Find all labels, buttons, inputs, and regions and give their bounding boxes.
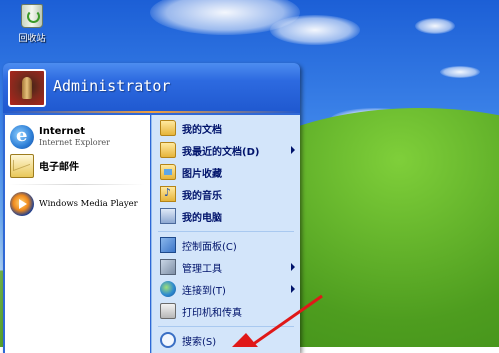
pinned-title: Internet: [39, 126, 86, 137]
admin-tools-icon: [160, 259, 176, 275]
pinned-email[interactable]: 电子邮件: [5, 153, 150, 181]
menu-label: 我的文档: [182, 125, 222, 136]
separator: [9, 184, 145, 185]
separator: [158, 326, 294, 327]
my-documents-icon: [160, 120, 176, 136]
start-menu-header: Administrator: [3, 63, 300, 113]
menu-label: 搜索(S): [182, 337, 217, 348]
menu-label: 连接到(T): [182, 286, 226, 297]
menu-recent-documents[interactable]: 我最近的文档(D): [152, 140, 300, 160]
my-computer-icon: [160, 208, 176, 224]
internet-explorer-icon: [10, 125, 34, 149]
menu-label: 图片收藏: [182, 169, 222, 180]
pinned-title: 电子邮件: [39, 162, 79, 173]
pinned-internet[interactable]: Internet Internet Explorer: [5, 121, 150, 153]
start-menu-right-pane: 我的文档 我最近的文档(D) 图片收藏 我的音乐 我的电脑 控制面板(C) 管理…: [151, 115, 300, 353]
program-title: Windows Media Player: [39, 199, 138, 209]
email-icon: [10, 154, 34, 178]
start-menu: Administrator Internet Internet Explorer…: [3, 63, 300, 353]
pinned-subtitle: Internet Explorer: [39, 138, 110, 147]
recycle-bin-icon: [21, 4, 43, 28]
menu-label: 控制面板(C): [182, 242, 237, 253]
menu-label: 管理工具: [182, 264, 222, 275]
cloud: [415, 18, 455, 34]
menu-label: 我的电脑: [182, 213, 222, 224]
user-name: Administrator: [53, 77, 171, 95]
menu-label: 我的音乐: [182, 191, 222, 202]
control-panel-icon: [160, 237, 176, 253]
my-music-icon: [160, 186, 176, 202]
connect-to-icon: [160, 281, 176, 297]
search-icon: [160, 332, 176, 348]
separator: [158, 231, 294, 232]
recent-documents-icon: [160, 142, 176, 158]
menu-label: 打印机和传真: [182, 308, 242, 319]
menu-my-music[interactable]: 我的音乐: [152, 184, 300, 204]
menu-label: 我最近的文档(D): [182, 147, 260, 158]
menu-admin-tools[interactable]: 管理工具: [152, 257, 300, 277]
chess-piece-icon: [22, 77, 32, 99]
recycle-bin-label: 回收站: [18, 34, 46, 44]
menu-printers-faxes[interactable]: 打印机和传真: [152, 301, 300, 321]
submenu-arrow-icon: [291, 146, 295, 154]
my-pictures-icon: [160, 164, 176, 180]
user-avatar[interactable]: [8, 69, 46, 107]
printers-faxes-icon: [160, 303, 176, 319]
menu-connect-to[interactable]: 连接到(T): [152, 279, 300, 299]
submenu-arrow-icon: [291, 263, 295, 271]
start-menu-left-pane: Internet Internet Explorer 电子邮件 Windows …: [5, 115, 150, 353]
menu-my-documents[interactable]: 我的文档: [152, 118, 300, 138]
menu-control-panel[interactable]: 控制面板(C): [152, 235, 300, 255]
menu-my-pictures[interactable]: 图片收藏: [152, 162, 300, 182]
cloud: [440, 66, 480, 78]
menu-search[interactable]: 搜索(S): [152, 330, 300, 350]
recent-windows-media-player[interactable]: Windows Media Player: [5, 189, 150, 219]
windows-media-player-icon: [10, 192, 34, 216]
cloud: [270, 15, 360, 45]
recycle-bin-desktop-icon[interactable]: 回收站: [12, 4, 52, 44]
menu-my-computer[interactable]: 我的电脑: [152, 206, 300, 226]
submenu-arrow-icon: [291, 285, 295, 293]
